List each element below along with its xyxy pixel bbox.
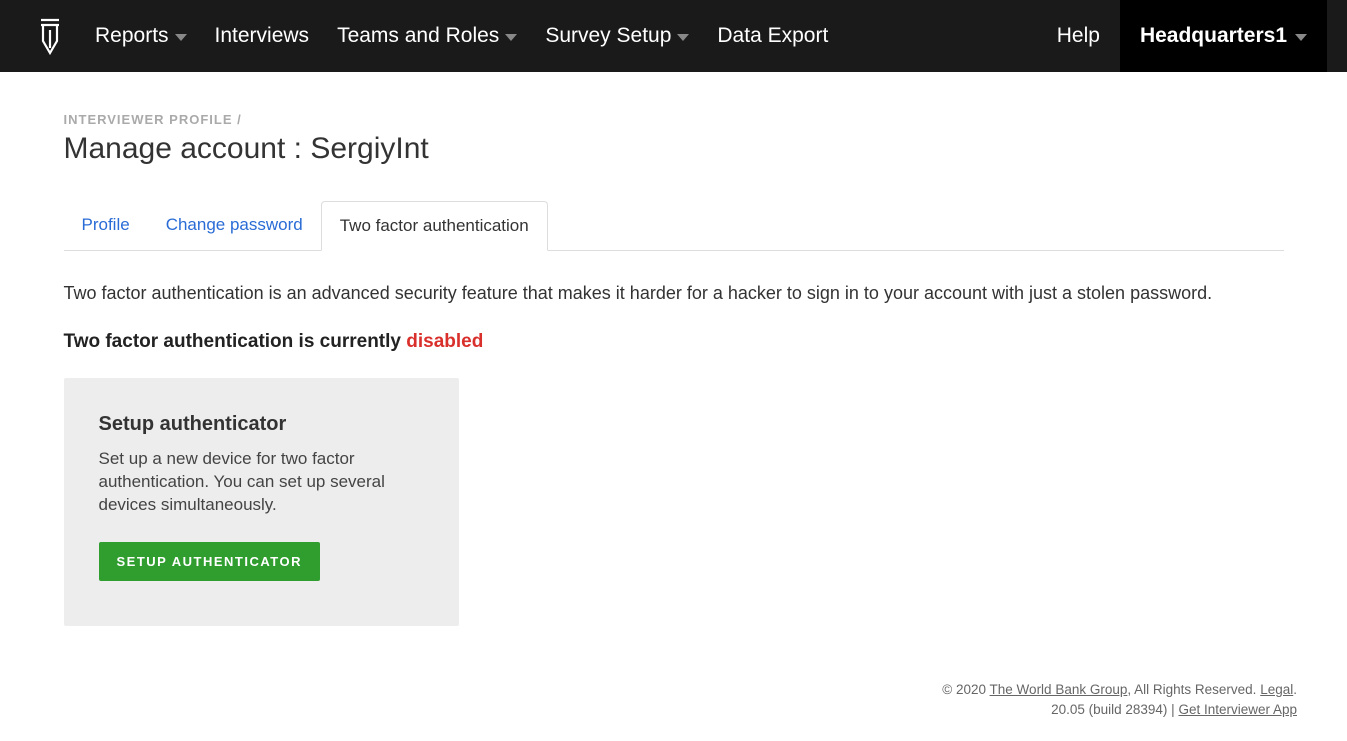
chevron-down-icon bbox=[505, 34, 517, 41]
nav-items: Reports Interviews Teams and Roles Surve… bbox=[95, 24, 1037, 48]
nav-teams-roles-label: Teams and Roles bbox=[337, 24, 499, 48]
twofa-description: Two factor authentication is an advanced… bbox=[64, 281, 1284, 306]
card-title: Setup authenticator bbox=[99, 413, 424, 436]
footer-legal-link[interactable]: Legal bbox=[1260, 682, 1293, 697]
page-title: Manage account : SergiyInt bbox=[64, 132, 1284, 166]
footer-line-2: 20.05 (build 28394) | Get Interviewer Ap… bbox=[20, 700, 1297, 720]
twofa-status-prefix: Two factor authentication is currently bbox=[64, 331, 407, 352]
footer-org-link[interactable]: The World Bank Group bbox=[990, 682, 1128, 697]
nav-interviews[interactable]: Interviews bbox=[215, 24, 310, 48]
nav-data-export[interactable]: Data Export bbox=[717, 24, 828, 48]
top-nav: Reports Interviews Teams and Roles Surve… bbox=[0, 0, 1347, 72]
nav-right: Help Headquarters1 bbox=[1037, 0, 1327, 72]
setup-authenticator-card: Setup authenticator Set up a new device … bbox=[64, 378, 459, 626]
chevron-down-icon bbox=[1295, 34, 1307, 41]
logo-icon bbox=[39, 16, 61, 56]
footer-copyright: © 2020 bbox=[942, 682, 989, 697]
nav-reports[interactable]: Reports bbox=[95, 24, 187, 48]
nav-user-label: Headquarters1 bbox=[1140, 24, 1287, 48]
nav-user-menu[interactable]: Headquarters1 bbox=[1120, 0, 1327, 72]
tabs: Profile Change password Two factor authe… bbox=[64, 201, 1284, 251]
nav-interviews-label: Interviews bbox=[215, 24, 310, 48]
nav-survey-setup-label: Survey Setup bbox=[545, 24, 671, 48]
footer-line-1: © 2020 The World Bank Group, All Rights … bbox=[20, 680, 1297, 700]
nav-teams-roles[interactable]: Teams and Roles bbox=[337, 24, 517, 48]
card-body: Set up a new device for two factor authe… bbox=[99, 448, 424, 517]
nav-survey-setup[interactable]: Survey Setup bbox=[545, 24, 689, 48]
breadcrumb[interactable]: INTERVIEWER PROFILE / bbox=[64, 112, 1284, 127]
logo[interactable] bbox=[30, 14, 70, 58]
setup-authenticator-button[interactable]: SETUP AUTHENTICATOR bbox=[99, 542, 320, 581]
tab-two-factor[interactable]: Two factor authentication bbox=[321, 201, 548, 251]
twofa-status: Two factor authentication is currently d… bbox=[64, 331, 1284, 353]
nav-help[interactable]: Help bbox=[1037, 24, 1120, 48]
tab-change-password[interactable]: Change password bbox=[148, 201, 321, 250]
chevron-down-icon bbox=[677, 34, 689, 41]
footer-rights: , All Rights Reserved. bbox=[1127, 682, 1260, 697]
page-title-name: SergiyInt bbox=[310, 132, 428, 165]
footer: © 2020 The World Bank Group, All Rights … bbox=[0, 666, 1347, 741]
tab-profile[interactable]: Profile bbox=[64, 201, 148, 250]
nav-data-export-label: Data Export bbox=[717, 24, 828, 48]
nav-reports-label: Reports bbox=[95, 24, 169, 48]
page-title-prefix: Manage account : bbox=[64, 132, 311, 165]
twofa-status-value: disabled bbox=[406, 331, 483, 352]
content: INTERVIEWER PROFILE / Manage account : S… bbox=[44, 72, 1304, 666]
chevron-down-icon bbox=[175, 34, 187, 41]
footer-period: . bbox=[1293, 682, 1297, 697]
